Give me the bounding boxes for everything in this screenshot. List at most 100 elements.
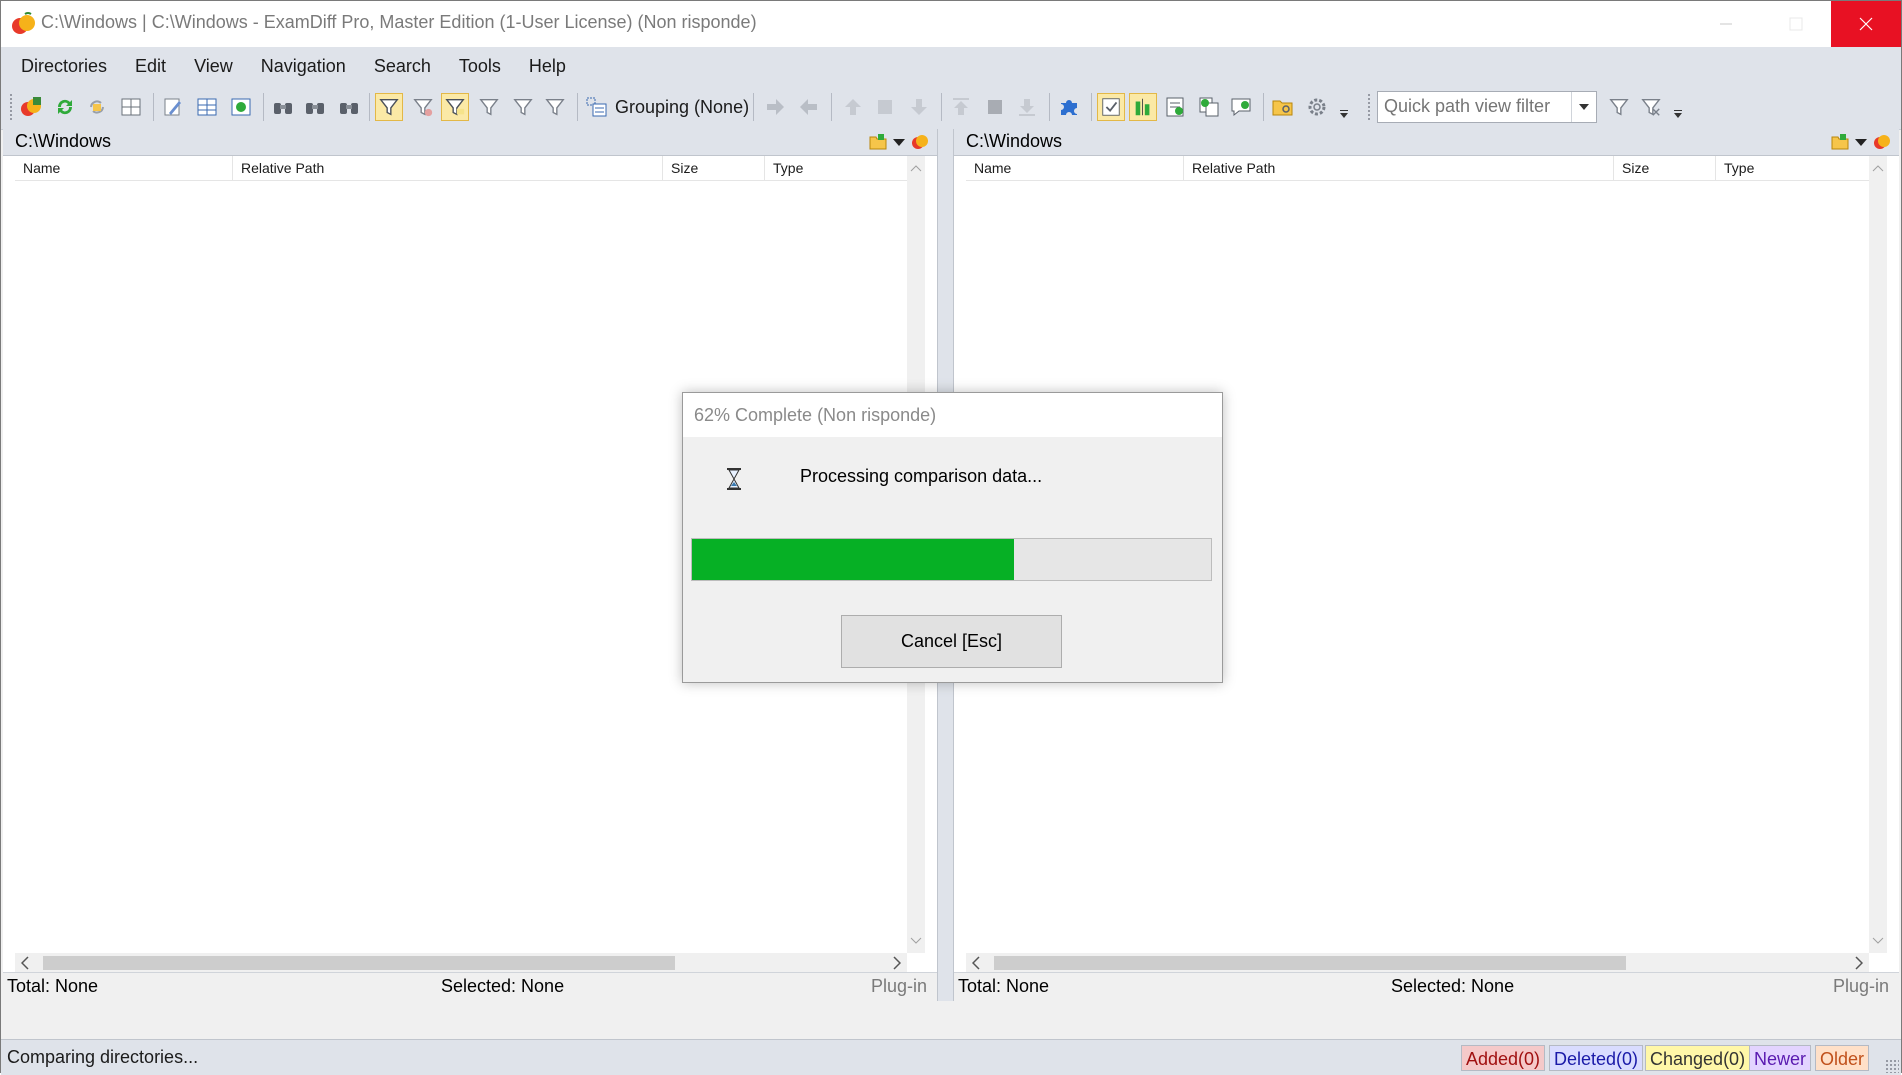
scroll-up-icon[interactable] bbox=[910, 164, 922, 172]
edit-button[interactable] bbox=[159, 93, 187, 121]
progress-bar bbox=[691, 538, 1212, 581]
scroll-right-icon[interactable] bbox=[893, 956, 901, 970]
right-pane-path[interactable]: C:\Windows bbox=[966, 131, 1062, 152]
comment-button[interactable] bbox=[1227, 93, 1255, 121]
toolbar-overflow-icon[interactable] bbox=[1339, 109, 1349, 119]
maximize-button[interactable] bbox=[1761, 1, 1831, 47]
right-vertical-scrollbar[interactable] bbox=[1869, 156, 1887, 953]
left-horizontal-scroll-thumb[interactable] bbox=[43, 956, 675, 970]
title-bar: C:\Windows | C:\Windows - ExamDiff Pro, … bbox=[1, 1, 1901, 47]
layout-button[interactable] bbox=[117, 93, 145, 121]
resize-grip[interactable] bbox=[1885, 1059, 1899, 1073]
find-next-button[interactable] bbox=[301, 93, 329, 121]
legend-newer[interactable]: Newer bbox=[1749, 1045, 1812, 1071]
history-dropdown-icon[interactable] bbox=[893, 137, 905, 147]
legend-changed[interactable]: Changed(0) bbox=[1645, 1045, 1751, 1071]
menu-navigation[interactable]: Navigation bbox=[247, 47, 360, 85]
quick-path-filter-dropdown[interactable] bbox=[1571, 92, 1596, 122]
grid-view-button[interactable] bbox=[193, 93, 221, 121]
scroll-left-icon[interactable] bbox=[21, 956, 29, 970]
column-name[interactable]: Name bbox=[966, 156, 1184, 180]
toolbar-grip[interactable] bbox=[9, 93, 13, 121]
menu-view[interactable]: View bbox=[180, 47, 247, 85]
scroll-down-icon[interactable] bbox=[910, 937, 922, 945]
options-button[interactable] bbox=[1303, 93, 1331, 121]
column-type[interactable]: Type bbox=[765, 156, 905, 180]
browse-folder-button[interactable] bbox=[1269, 93, 1297, 121]
recompare-button[interactable] bbox=[83, 93, 111, 121]
progress-dialog: 62% Complete (Non risponde) Processing c… bbox=[682, 392, 1223, 683]
filter-all-button[interactable] bbox=[375, 93, 403, 121]
current-difference-button[interactable] bbox=[871, 93, 899, 121]
compare-icon[interactable] bbox=[1873, 133, 1891, 151]
cancel-button[interactable]: Cancel [Esc] bbox=[841, 615, 1062, 668]
filter-icon bbox=[379, 98, 399, 116]
show-identical-button[interactable] bbox=[1097, 93, 1125, 121]
menu-directories[interactable]: Directories bbox=[1, 47, 121, 85]
compare-icon[interactable] bbox=[911, 133, 929, 151]
legend-deleted[interactable]: Deleted(0) bbox=[1549, 1045, 1644, 1071]
left-pane-path[interactable]: C:\Windows bbox=[15, 131, 111, 152]
right-horizontal-scrollbar[interactable] bbox=[966, 953, 1869, 973]
clear-path-filter-button[interactable] bbox=[1637, 93, 1665, 121]
column-size[interactable]: Size bbox=[663, 156, 765, 180]
column-name[interactable]: Name bbox=[15, 156, 233, 180]
minimize-button[interactable] bbox=[1691, 1, 1761, 47]
filter-toolbar-overflow-icon[interactable] bbox=[1673, 109, 1683, 119]
open-directories-button[interactable] bbox=[17, 93, 45, 121]
stop-button[interactable] bbox=[981, 93, 1009, 121]
close-button[interactable] bbox=[1831, 1, 1901, 47]
puzzle-icon bbox=[1061, 100, 1077, 115]
menu-tools[interactable]: Tools bbox=[445, 47, 515, 85]
filter-added-button[interactable] bbox=[409, 93, 437, 121]
quick-path-filter-combobox[interactable] bbox=[1377, 91, 1597, 123]
scroll-right-icon[interactable] bbox=[1855, 956, 1863, 970]
column-relative-path[interactable]: Relative Path bbox=[1184, 156, 1614, 180]
scroll-left-icon[interactable] bbox=[972, 956, 980, 970]
grouping-button[interactable]: Grouping (None) bbox=[585, 93, 749, 121]
open-folder-icon[interactable] bbox=[869, 133, 887, 151]
report-button[interactable] bbox=[1161, 93, 1189, 121]
window-title: C:\Windows | C:\Windows - ExamDiff Pro, … bbox=[41, 12, 757, 32]
arrow-down-icon bbox=[911, 99, 927, 115]
find-previous-button[interactable] bbox=[335, 93, 363, 121]
column-type[interactable]: Type bbox=[1716, 156, 1856, 180]
refresh-button[interactable] bbox=[51, 93, 79, 121]
filter-newer-button[interactable] bbox=[509, 93, 537, 121]
menu-edit[interactable]: Edit bbox=[121, 47, 180, 85]
column-size[interactable]: Size bbox=[1614, 156, 1716, 180]
filter-older-button[interactable] bbox=[541, 93, 569, 121]
filter-toolbar-grip[interactable] bbox=[1367, 93, 1371, 121]
previous-difference-button[interactable] bbox=[839, 93, 867, 121]
scroll-up-icon[interactable] bbox=[1872, 164, 1884, 172]
menu-help[interactable]: Help bbox=[515, 47, 580, 85]
open-folder-icon[interactable] bbox=[1831, 133, 1849, 151]
legend-older[interactable]: Older bbox=[1815, 1045, 1870, 1071]
legend-added[interactable]: Added(0) bbox=[1461, 1045, 1546, 1071]
dialog-message: Processing comparison data... bbox=[800, 466, 1043, 486]
left-horizontal-scrollbar[interactable] bbox=[15, 953, 907, 973]
next-difference-button[interactable] bbox=[905, 93, 933, 121]
plugins-button[interactable] bbox=[1055, 93, 1083, 121]
history-dropdown-icon[interactable] bbox=[1855, 137, 1867, 147]
filter-deleted-button[interactable] bbox=[475, 93, 503, 121]
filter-changed-button[interactable] bbox=[441, 93, 469, 121]
copy-right-button[interactable] bbox=[761, 93, 789, 121]
copy-left-button[interactable] bbox=[795, 93, 823, 121]
quick-path-filter-input[interactable] bbox=[1378, 92, 1570, 120]
scroll-down-icon[interactable] bbox=[1872, 937, 1884, 945]
right-horizontal-scroll-thumb[interactable] bbox=[994, 956, 1626, 970]
last-difference-button[interactable] bbox=[1013, 93, 1041, 121]
sync-view-button[interactable] bbox=[227, 93, 255, 121]
menu-search[interactable]: Search bbox=[360, 47, 445, 85]
app-window: C:\Windows | C:\Windows - ExamDiff Pro, … bbox=[0, 0, 1902, 1075]
first-difference-button[interactable] bbox=[947, 93, 975, 121]
find-button[interactable] bbox=[269, 93, 297, 121]
show-bars-button[interactable] bbox=[1129, 93, 1157, 121]
arrow-left-icon bbox=[800, 99, 817, 115]
hourglass-icon bbox=[727, 468, 741, 490]
column-relative-path[interactable]: Relative Path bbox=[233, 156, 663, 180]
apply-path-filter-button[interactable] bbox=[1605, 93, 1633, 121]
text-compare-button[interactable] bbox=[1195, 93, 1223, 121]
square-icon bbox=[878, 100, 892, 114]
